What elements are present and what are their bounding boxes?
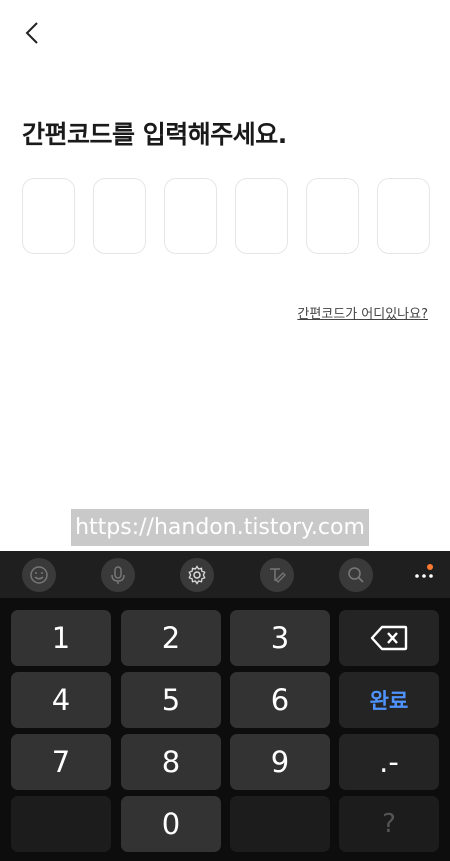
- key-6[interactable]: 6: [230, 672, 330, 728]
- handwriting-button[interactable]: [260, 558, 294, 592]
- code-digit-box-1[interactable]: [22, 178, 75, 254]
- code-digit-box-2[interactable]: [93, 178, 146, 254]
- code-input-row[interactable]: [22, 178, 430, 254]
- code-digit-box-6[interactable]: [377, 178, 430, 254]
- chevron-left-icon: [25, 22, 38, 44]
- page-title: 간편코드를 입력해주세요.: [22, 120, 287, 149]
- key-2[interactable]: 2: [121, 610, 221, 666]
- numeric-keypad: 1 2 3 4 5 6 완료 7 8 9 .- 0 ?: [0, 598, 450, 861]
- key-3[interactable]: 3: [230, 610, 330, 666]
- key-0[interactable]: 0: [121, 796, 221, 852]
- voice-input-button[interactable]: [101, 558, 135, 592]
- key-1[interactable]: 1: [11, 610, 111, 666]
- handwriting-icon: [270, 568, 286, 583]
- question-key-label: ?: [382, 809, 396, 839]
- backspace-key[interactable]: [339, 610, 439, 666]
- key-7[interactable]: 7: [11, 734, 111, 790]
- code-digit-box-5[interactable]: [306, 178, 359, 254]
- keyboard-settings-button[interactable]: [180, 558, 214, 592]
- notification-dot: [427, 564, 433, 570]
- key-4[interactable]: 4: [11, 672, 111, 728]
- done-key-label: 완료: [369, 689, 409, 713]
- keyboard-toolbar: [0, 551, 450, 598]
- microphone-icon: [111, 566, 125, 584]
- code-digit-box-3[interactable]: [164, 178, 217, 254]
- key-5[interactable]: 5: [121, 672, 221, 728]
- back-button[interactable]: [18, 18, 48, 48]
- search-icon: [348, 567, 364, 583]
- empty-key-left: [11, 796, 111, 852]
- settings-gear-icon: [188, 565, 206, 585]
- emoji-icon: [30, 566, 48, 584]
- empty-key-right: [230, 796, 330, 852]
- question-key: ?: [339, 796, 439, 852]
- code-digit-box-4[interactable]: [235, 178, 288, 254]
- key-9[interactable]: 9: [230, 734, 330, 790]
- emoji-button[interactable]: [22, 558, 56, 592]
- backspace-icon: [370, 625, 408, 651]
- key-8[interactable]: 8: [121, 734, 221, 790]
- keyboard-search-button[interactable]: [339, 558, 373, 592]
- watermark-url: https://handon.tistory.com: [71, 509, 369, 546]
- code-location-help-link[interactable]: 간편코드가 어디있나요?: [297, 303, 428, 322]
- dot-dash-key[interactable]: .-: [339, 734, 439, 790]
- done-key[interactable]: 완료: [339, 672, 439, 728]
